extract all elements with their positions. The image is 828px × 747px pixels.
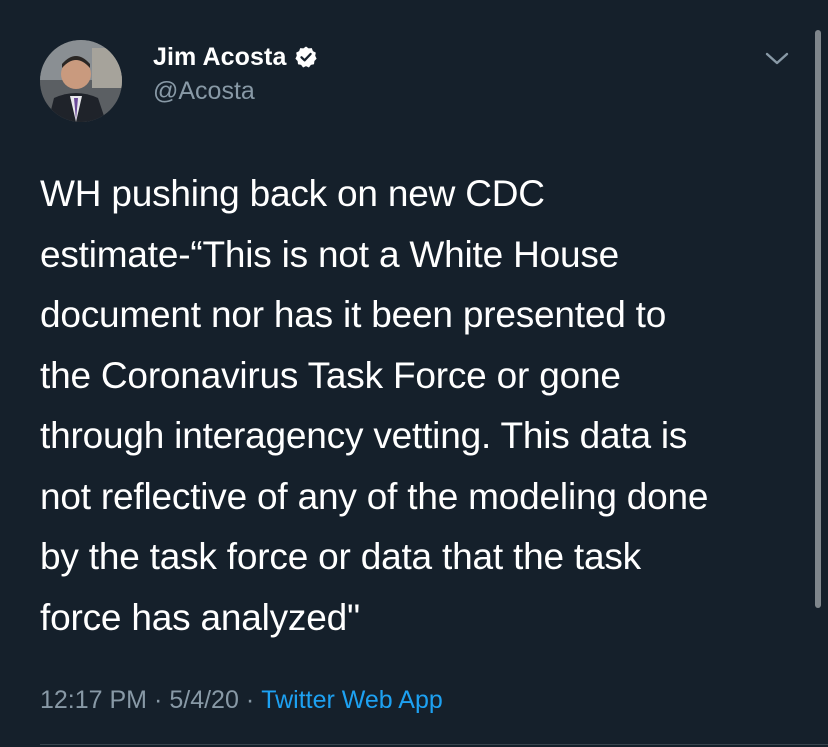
tweet-text: WH pushing back on new CDC estimate-“Thi… [40, 173, 709, 638]
tweet-source-link[interactable]: Twitter Web App [261, 686, 443, 715]
scrollbar[interactable] [815, 30, 821, 608]
meta-separator: · [245, 686, 255, 714]
tweet-time[interactable]: 12:17 PM [40, 686, 147, 715]
meta-separator: · [154, 686, 163, 714]
avatar-photo [40, 40, 122, 122]
avatar[interactable] [40, 40, 122, 122]
author-name-row: Jim Acosta [153, 42, 318, 72]
author-handle[interactable]: @Acosta [153, 77, 255, 106]
tweet-meta: 12:17 PM · 5/4/20 · Twitter Web App [40, 686, 443, 715]
display-name[interactable]: Jim Acosta [153, 43, 286, 72]
tweet-date[interactable]: 5/4/20 [169, 686, 239, 715]
divider [40, 744, 828, 745]
verified-badge-icon [294, 45, 318, 69]
tweet-card: Jim Acosta @Acosta WH pushing back on ne… [0, 0, 828, 747]
chevron-down-icon[interactable] [762, 46, 792, 72]
